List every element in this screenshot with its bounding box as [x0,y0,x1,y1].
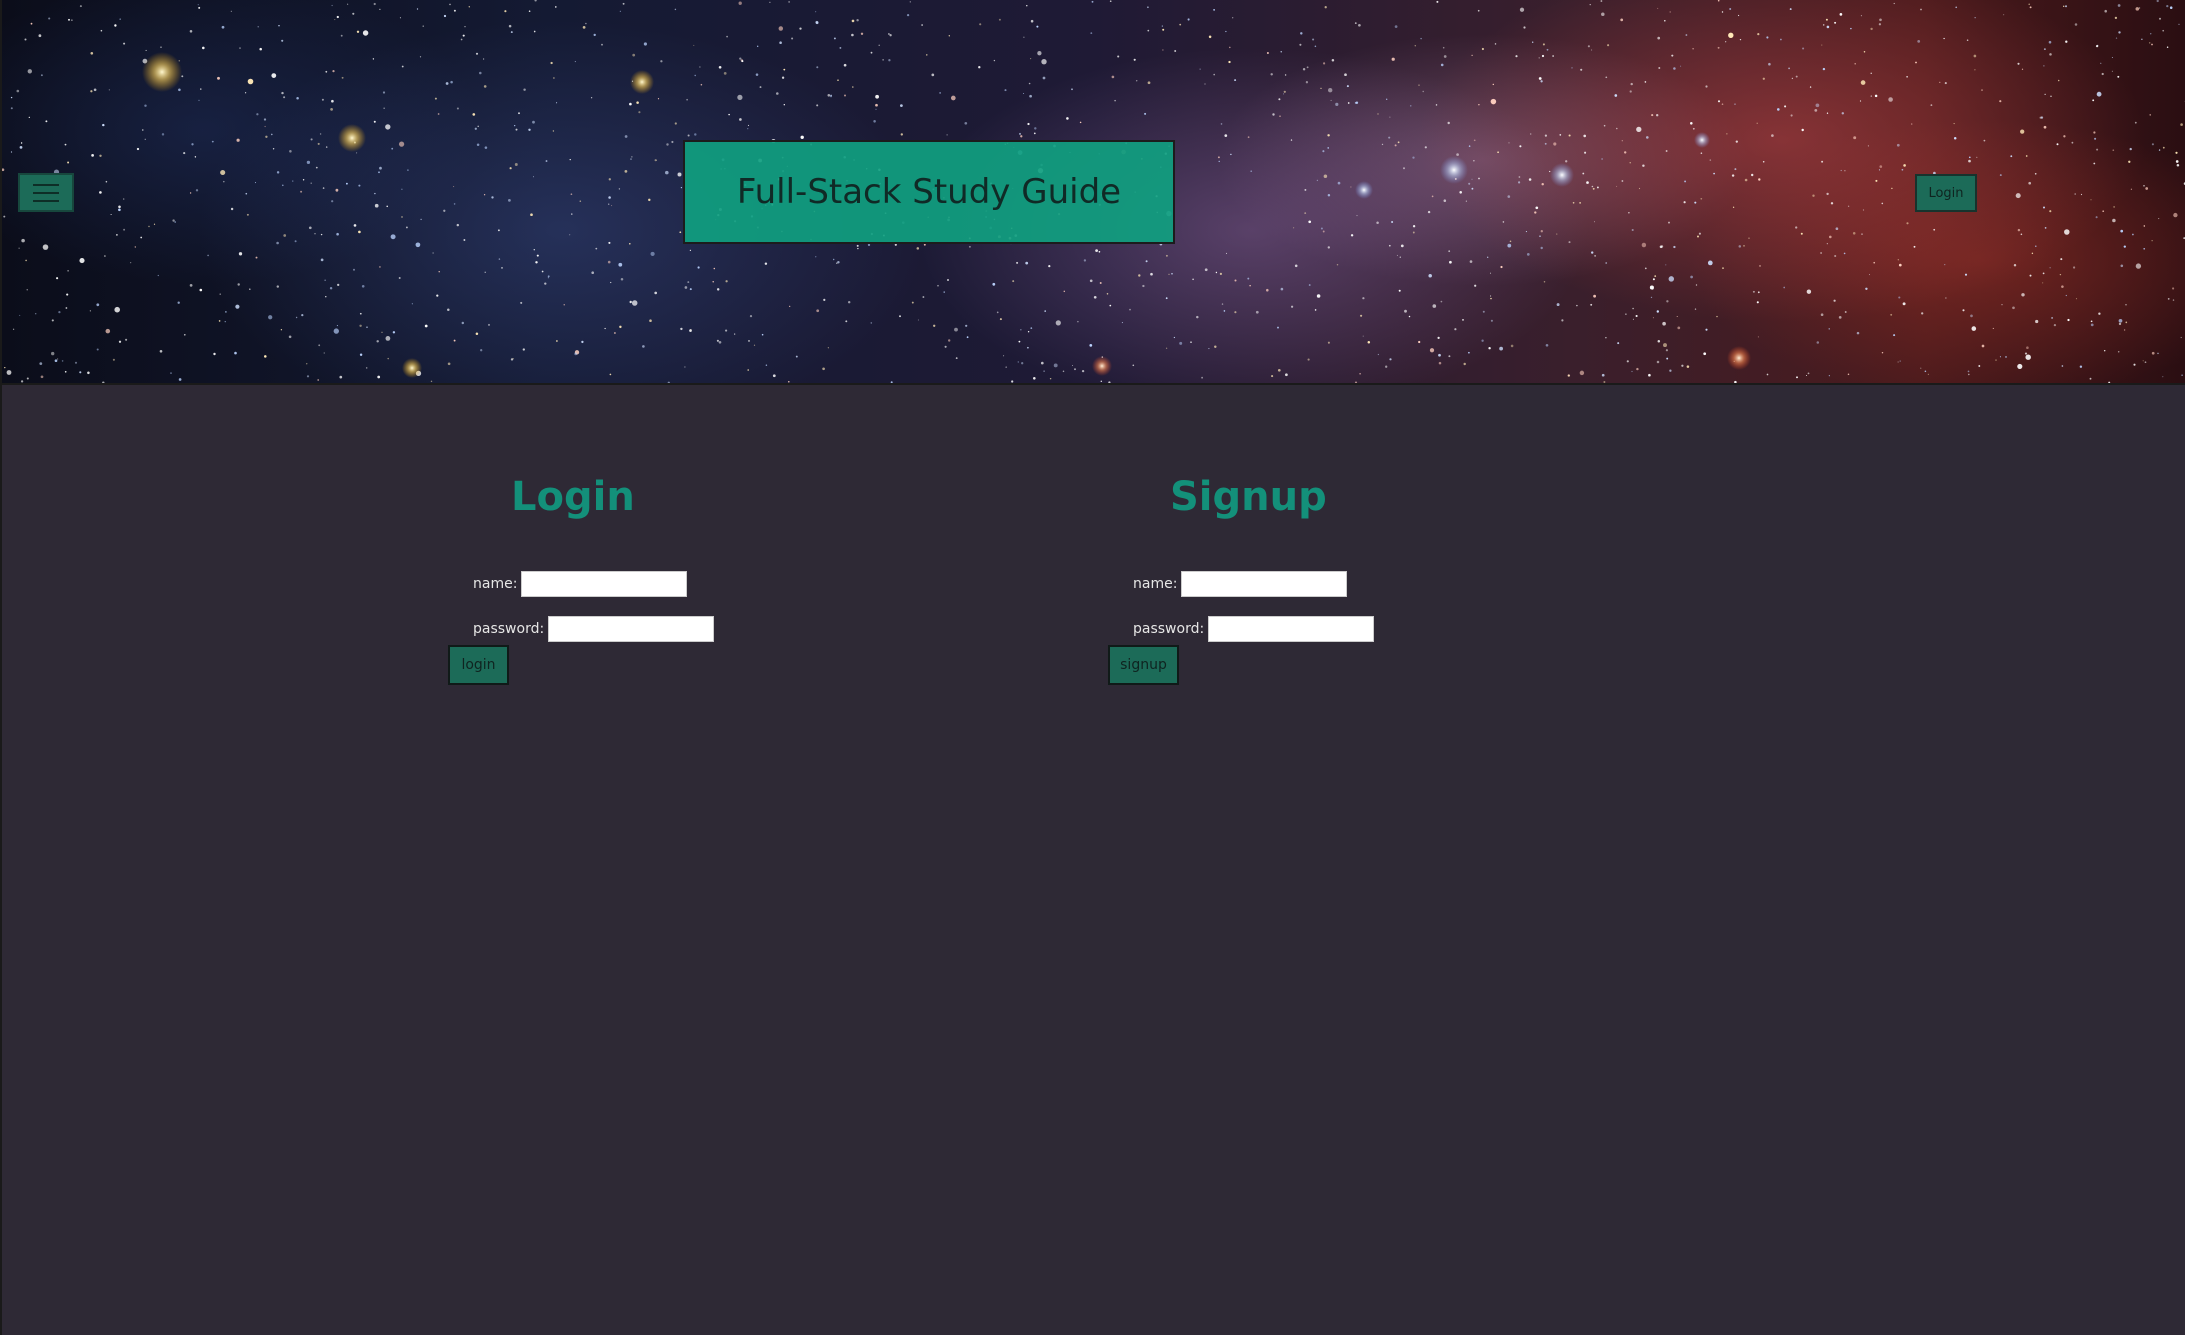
signup-password-row: password: [1133,616,1375,642]
signup-password-label: password: [1133,621,1205,637]
login-heading: Login [511,474,635,520]
hamburger-menu-icon-bar [33,191,59,194]
login-password-label: password: [473,621,545,637]
site-title: Full-Stack Study Guide [736,172,1122,212]
signup-name-row: name: [1133,571,1348,597]
login-submit-button[interactable]: login [448,645,509,685]
hamburger-menu-button[interactable] [18,173,74,212]
login-name-label: name: [473,576,518,592]
header-login-button[interactable]: Login [1915,174,1977,212]
login-password-row: password: [473,616,715,642]
signup-name-input[interactable] [1181,571,1348,597]
login-password-input[interactable] [548,616,715,642]
signup-name-label: name: [1133,576,1178,592]
login-name-input[interactable] [521,571,688,597]
login-name-row: name: [473,571,688,597]
signup-submit-button[interactable]: signup [1108,645,1179,685]
header-banner: Full-Stack Study Guide Login [2,0,2185,385]
signup-heading: Signup [1170,474,1327,520]
hamburger-menu-icon-bar [33,199,59,202]
signup-password-input[interactable] [1208,616,1375,642]
site-title-banner: Full-Stack Study Guide [683,140,1175,244]
hamburger-menu-icon [33,183,59,186]
